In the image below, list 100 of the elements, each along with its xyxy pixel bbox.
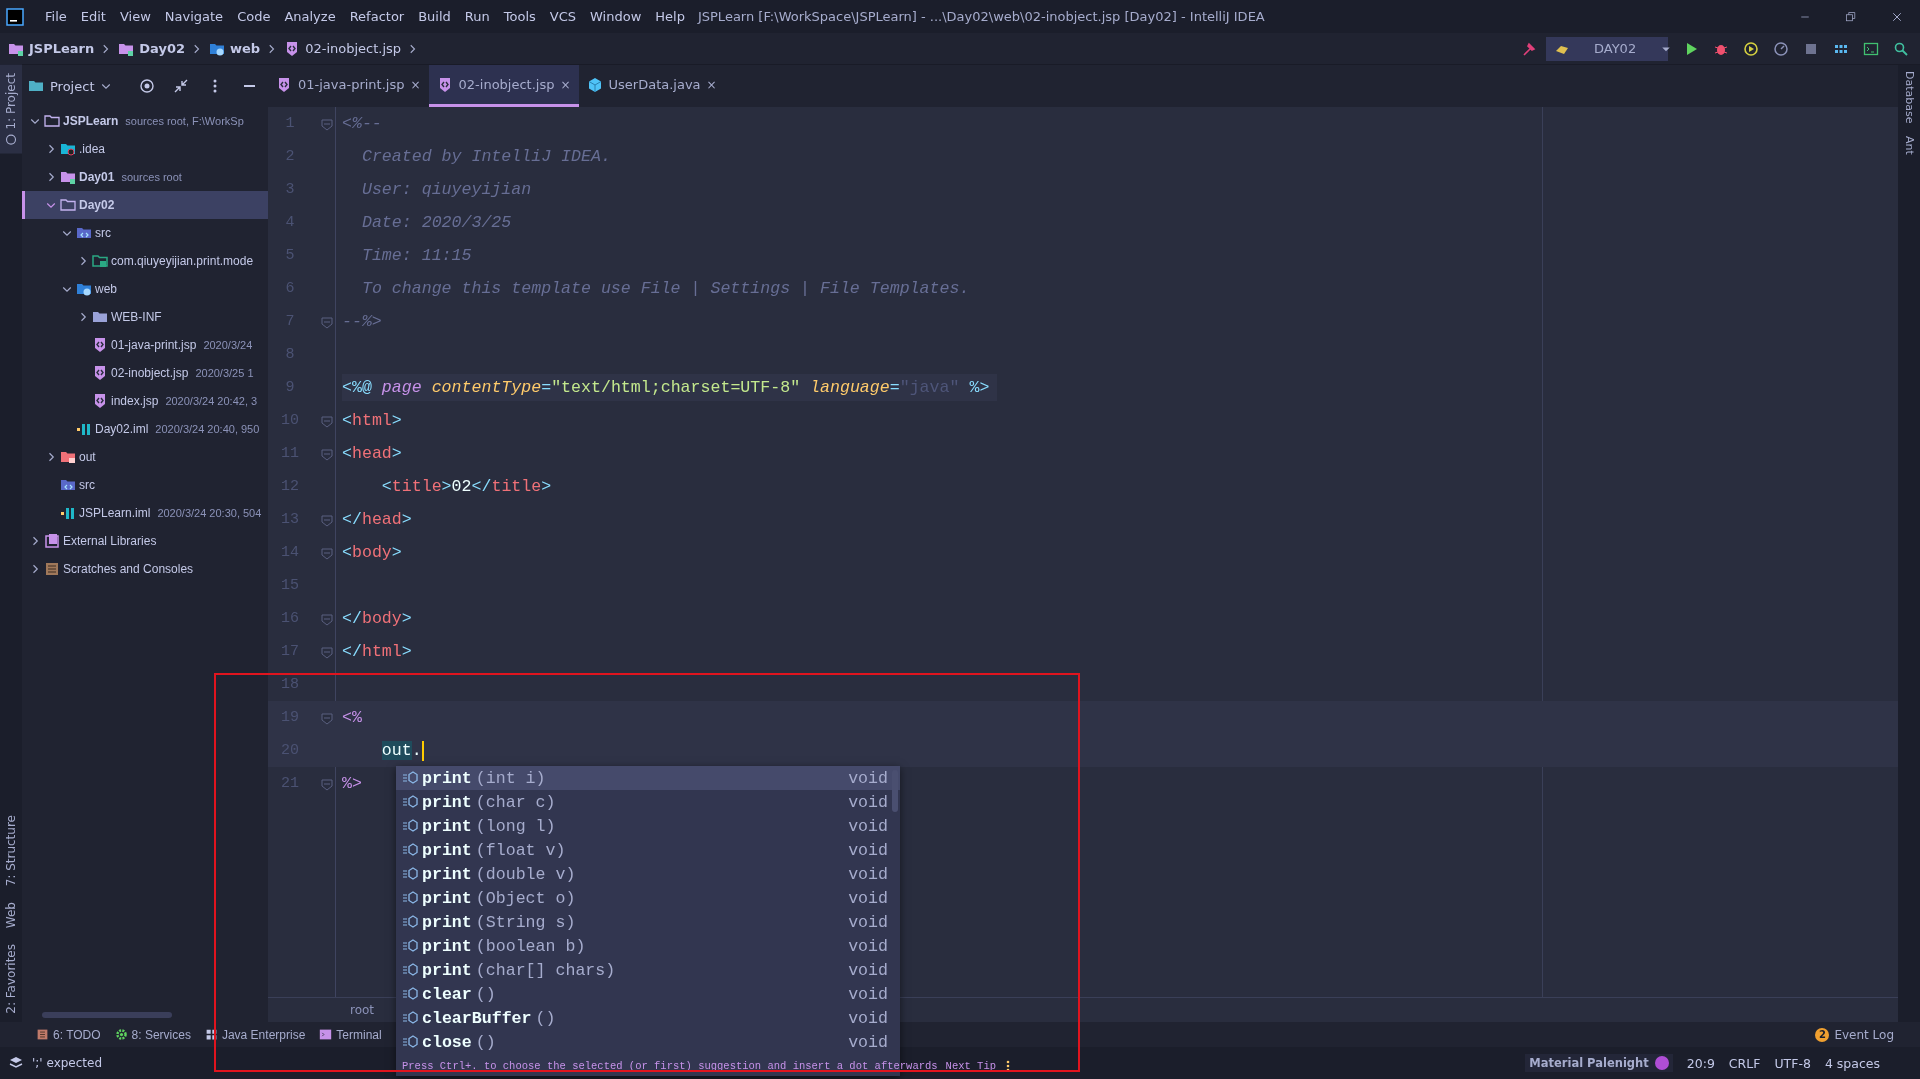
close-icon[interactable]: × [560,77,571,92]
tool-window-tab[interactable]: Database [1902,65,1916,130]
theme-indicator[interactable]: Material Palenight [1525,1054,1673,1072]
method-icon [402,962,418,978]
completion-item[interactable]: clearBuffer () void [396,1006,900,1030]
tree-item[interactable]: External Libraries [22,527,268,555]
indent-setting[interactable]: 4 spaces [1824,1055,1880,1071]
completion-item[interactable]: print (long l) void [396,814,900,838]
code-text: > [401,609,412,628]
completion-item[interactable]: print (int i) void [396,766,900,790]
menu-item[interactable]: Code [230,9,278,24]
folder-icon [60,449,76,465]
project-view-dropdown[interactable]: Project [28,78,113,94]
tree-item[interactable]: src [22,471,268,499]
menu-item[interactable]: Refactor [342,9,412,24]
tree-item[interactable]: JSPLearn.iml 2020/3/24 20:30, 504 [22,499,268,527]
editor-tab[interactable]: 01-java-print.jsp × [268,65,429,107]
tree-item[interactable]: index.jsp 2020/3/24 20:42, 3 [22,387,268,415]
run-config-dropdown[interactable]: DAY02 [1546,36,1668,61]
menu-item[interactable]: Navigate [157,9,231,24]
completion-item[interactable]: print (Object o) void [396,886,900,910]
code-text: > [401,642,412,661]
completion-item[interactable]: clear () void [396,982,900,1006]
method-icon [402,890,418,906]
code-comment: <%-- [342,114,382,133]
tree-item[interactable]: 01-java-print.jsp 2020/3/24 [22,331,268,359]
menu-item[interactable]: View [112,9,158,24]
completion-item[interactable]: print (double v) void [396,862,900,886]
tool-window-tab[interactable]: Ant [1902,129,1916,161]
method-icon [402,818,418,834]
menu-item[interactable]: Edit [73,9,113,24]
breadcrumb[interactable]: Day02 [116,40,187,57]
breadcrumb[interactable]: 02-inobject.jsp [282,40,404,57]
code-text: %> [969,378,990,397]
tool-window-tab[interactable]: 1: Project [0,65,22,154]
breadcrumb[interactable]: JSPLearn [6,40,97,57]
tool-window-button[interactable]: Terminal [313,1027,388,1042]
completion-item[interactable]: print (String s) void [396,910,900,934]
code-text: body [351,543,392,562]
item-label: src [95,226,111,240]
tool-window-button[interactable]: 6: TODO [30,1027,107,1042]
next-tip-link[interactable]: Next Tip [945,1059,996,1072]
code-text: = [889,378,900,397]
tool-window-button[interactable]: 8: Services [108,1027,197,1042]
tool-window-tab[interactable]: Web [0,894,22,937]
tree-item[interactable]: out [22,443,268,471]
caret-position[interactable]: 20:9 [1686,1055,1715,1071]
gauge-icon [1773,40,1789,57]
tree-item[interactable]: 02-inobject.jsp 2020/3/25 1 [22,359,268,387]
tree-item[interactable]: web [22,275,268,303]
completion-item[interactable]: print (float v) void [396,838,900,862]
tool-window-tab[interactable]: 7: Structure [0,806,22,895]
menu-item[interactable]: Analyze [277,9,343,24]
tree-item[interactable]: JSPLearn sources root, F:\WorkSp [22,107,268,135]
completion-item[interactable]: print (boolean b) void [396,934,900,958]
code-text: out [381,741,412,760]
menu-item[interactable]: Tools [496,9,543,24]
restore-icon [1845,10,1857,23]
collapse-icon [173,78,189,94]
tool-window-button[interactable]: Java Enterprise [198,1027,312,1042]
editor-tab[interactable]: 02-inobject.jsp × [428,65,579,107]
tree-item[interactable]: Scratches and Consoles [22,555,268,583]
breadcrumb[interactable]: web [207,40,263,57]
completion-item[interactable]: print (char c) void [396,790,900,814]
tree-item[interactable]: src [22,219,268,247]
item-label: Day01 [79,170,115,184]
tree-item[interactable]: .idea [22,135,268,163]
editor-tab[interactable]: UserData.java × [578,65,725,107]
menu-item[interactable]: Window [583,9,649,24]
method-icon [402,1010,418,1026]
item-label: Day02.iml [95,422,149,436]
close-icon[interactable]: × [410,77,421,92]
search-icon [1893,40,1909,57]
breadcrumb[interactable]: root [350,1003,375,1017]
completion-item[interactable]: close () void [396,1030,900,1054]
tree-item[interactable]: WEB-INF [22,303,268,331]
menu-item[interactable]: Build [411,9,458,24]
item-note: 2020/3/24 20:42, 3 [165,395,258,407]
event-log-button[interactable]: 2 Event Log [1809,1026,1900,1043]
tree-item[interactable]: Day02 [22,191,268,219]
completion-item[interactable]: print (char[] chars) void [396,958,900,982]
code-comment: User: qiuyeyijian [361,180,532,199]
tree-item[interactable]: com.qiuyeyijian.print.mode [22,247,268,275]
line-ending[interactable]: CRLF [1728,1055,1761,1071]
tool-window-tab[interactable]: 2: Favorites [0,936,22,1022]
cube-icon [586,76,603,93]
menu-item[interactable]: Run [457,9,497,24]
encoding[interactable]: UTF-8 [1774,1055,1811,1071]
scrollbar[interactable] [42,1012,172,1018]
folder-icon [60,169,76,185]
tree-item[interactable]: Day01 sources root [22,163,268,191]
code-text: > [391,444,402,463]
tree-item[interactable]: Day02.iml 2020/3/24 20:40, 950 [22,415,268,443]
close-icon[interactable]: × [706,77,717,92]
menu-item[interactable]: VCS [542,9,584,24]
module-file-icon [60,505,76,521]
status-message: ';' expected [32,1056,103,1070]
menu-item[interactable]: Help [648,9,692,24]
menu-item[interactable]: File [38,9,74,24]
code-text: html [351,411,392,430]
